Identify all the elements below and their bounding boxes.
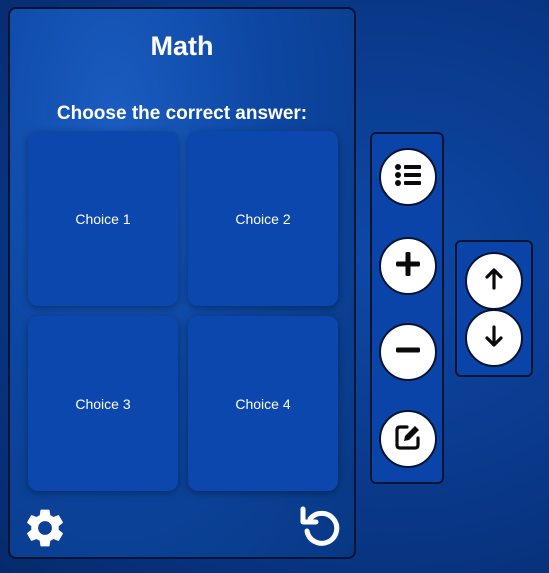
quiz-card: Math Choose the correct answer: Choice 1… — [8, 7, 356, 559]
list-button[interactable] — [379, 148, 437, 206]
gear-icon[interactable] — [22, 505, 68, 551]
edit-button[interactable] — [379, 410, 437, 468]
reset-icon[interactable] — [297, 503, 345, 551]
choice-3-button[interactable]: Choice 3 — [28, 316, 178, 491]
choice-2-button[interactable]: Choice 2 — [188, 131, 338, 306]
plus-icon — [391, 247, 425, 286]
move-up-button[interactable] — [465, 252, 523, 310]
add-button[interactable] — [379, 237, 437, 295]
quiz-title: Math — [150, 31, 214, 61]
arrow-down-icon — [479, 321, 509, 356]
navigation-panel — [455, 240, 533, 377]
list-icon — [391, 158, 425, 197]
edit-icon — [391, 420, 425, 459]
choice-1-button[interactable]: Choice 1 — [28, 131, 178, 306]
remove-button[interactable] — [379, 323, 437, 381]
minus-icon — [391, 333, 425, 372]
choice-4-button[interactable]: Choice 4 — [188, 316, 338, 491]
move-down-button[interactable] — [465, 309, 523, 367]
arrow-up-icon — [479, 264, 509, 299]
question-prompt: Choose the correct answer: — [56, 103, 308, 124]
tool-panel — [370, 132, 444, 484]
